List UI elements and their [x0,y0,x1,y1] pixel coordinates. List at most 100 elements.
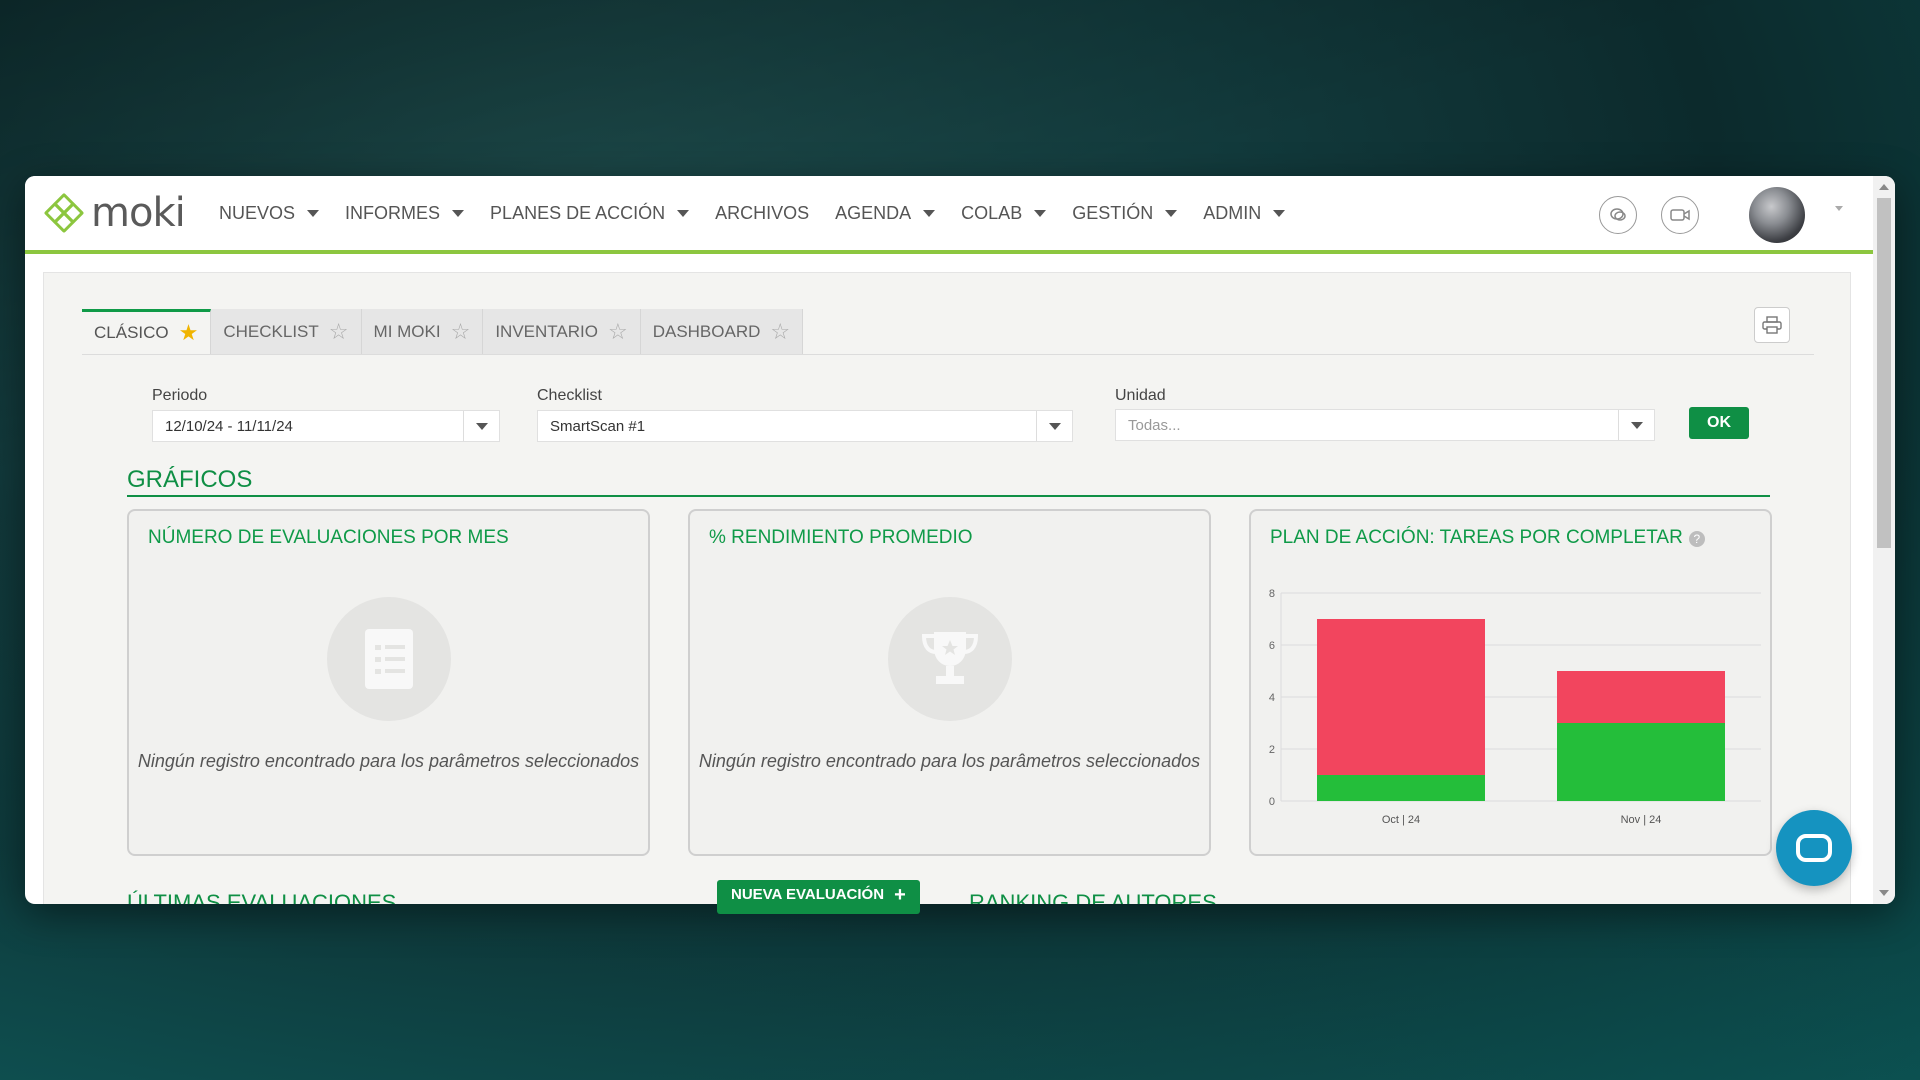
tab-inventario[interactable]: INVENTARIO ☆ [483,309,641,354]
print-button[interactable] [1754,307,1790,343]
ultimas-evaluaciones-title: ÚLTIMAS EVALUACIONES [127,890,397,904]
menu-planes-de-accion[interactable]: PLANES DE ACCIÓN [490,202,690,224]
menu-nuevos[interactable]: NUEVOS [219,202,320,224]
y-tick-label: 6 [1269,640,1275,652]
y-tick-label: 4 [1269,692,1275,704]
card-evaluaciones-por-mes: NÚMERO DE EVALUACIONES POR MES Ningún re… [127,509,650,856]
x-tick-label: Oct | 24 [1382,814,1420,826]
scroll-down-icon[interactable] [1879,890,1889,896]
chevron-down-icon [307,209,320,217]
ok-button[interactable]: OK [1689,407,1749,439]
periodo-label: Periodo [152,387,208,404]
unidad-placeholder: Todas... [1128,416,1181,434]
menu-admin[interactable]: ADMIN [1203,202,1286,224]
y-tick-label: 8 [1269,588,1275,600]
chevron-down-icon [923,209,936,217]
scroll-thumb[interactable] [1877,198,1891,548]
checklist-select[interactable]: SmartScan #1 [537,410,1073,442]
y-tick-label: 0 [1269,796,1275,808]
nav-right-tools [1575,176,1873,254]
page-scrollbar[interactable] [1873,176,1895,904]
checklist-label: Checklist [537,387,602,404]
chevron-down-icon[interactable] [1618,410,1654,440]
empty-state-text: Ningún registro encontrado para los parâ… [137,751,640,771]
chevron-down-icon [677,209,690,217]
menu-label: AGENDA [835,202,912,223]
x-tick-label: Nov | 24 [1621,814,1662,826]
tab-label: MI MOKI [373,321,441,341]
chevron-down-icon [452,209,465,217]
scroll-up-icon[interactable] [1879,184,1889,190]
printer-icon [1762,316,1782,334]
tareas-bar-chart: 0 2 4 6 8 Oct | 24 Nov | 24 [1269,588,1761,826]
tab-label: INVENTARIO [495,321,598,341]
tab-mi-moki[interactable]: MI MOKI ☆ [361,309,484,354]
chevron-down-icon [1165,209,1178,217]
tab-checklist[interactable]: CHECKLIST ☆ [211,309,362,354]
menu-colab[interactable]: COLAB [961,202,1047,224]
y-tick-label: 2 [1269,744,1275,756]
section-divider [127,495,1770,497]
menu-label: NUEVOS [219,202,296,223]
tabs-divider [82,354,1814,355]
star-outline-icon[interactable]: ☆ [329,319,349,345]
star-outline-icon[interactable]: ☆ [608,319,628,345]
menu-agenda[interactable]: AGENDA [835,202,936,224]
unidad-label: Unidad [1115,387,1166,404]
main-content: CLÁSICO ★ CHECKLIST ☆ MI MOKI ☆ INVENTARIO ☆… [43,272,1851,904]
menu-label: ARCHIVOS [715,202,810,223]
periodo-select[interactable]: 12/10/24 - 11/11/24 [152,410,500,442]
star-filled-icon[interactable]: ★ [179,320,199,346]
tab-label: DASHBOARD [652,321,761,341]
plus-icon: + [894,884,906,906]
chevron-down-icon [1273,209,1286,217]
card-title: NÚMERO DE EVALUACIONES POR MES [148,527,509,548]
tab-clasico[interactable]: CLÁSICO ★ [82,309,212,354]
chevron-down-icon[interactable] [1036,411,1072,441]
chevron-down-icon [1034,209,1047,217]
bar-segment[interactable] [1317,619,1485,775]
trophy-icon [888,597,1012,721]
periodo-value: 12/10/24 - 11/11/24 [165,417,293,435]
dashboard-tabs: CLÁSICO ★ CHECKLIST ☆ MI MOKI ☆ INVENTARIO ☆… [82,309,804,354]
support-chat-button[interactable] [1776,810,1852,886]
section-title: GRÁFICOS [127,466,253,493]
nueva-evaluacion-button[interactable]: NUEVA EVALUACIÓN + [717,880,920,914]
logo-mark-icon [43,192,85,234]
tab-label: CHECKLIST [223,321,319,341]
video-icon[interactable] [1661,196,1699,234]
menu-informes[interactable]: INFORMES [345,202,465,224]
top-navbar: moki NUEVOS INFORMES PLANES DE ACCIÓN AR… [25,176,1873,254]
chevron-down-icon[interactable] [1835,205,1843,211]
star-outline-icon[interactable]: ☆ [770,319,790,345]
menu-label: ADMIN [1203,202,1262,223]
ranking-autores-title: RANKING DE AUTORES [969,890,1217,904]
star-outline-icon[interactable]: ☆ [451,319,471,345]
bar-segment[interactable] [1317,775,1485,801]
menu-gestion[interactable]: GESTIÓN [1072,202,1178,224]
card-plan-de-accion: PLAN DE ACCIÓN: TAREAS POR COMPLETAR? 02… [1249,509,1772,856]
user-avatar[interactable] [1749,187,1805,243]
menu-label: COLAB [961,202,1023,223]
moki-logo[interactable]: moki [43,190,203,236]
menu-label: GESTIÓN [1072,202,1154,223]
menu-archivos[interactable]: ARCHIVOS [715,203,809,224]
card-rendimiento-promedio: % RENDIMIENTO PROMEDIO Ningún registro e… [688,509,1211,856]
bar-segment[interactable] [1557,671,1725,723]
menu-label: PLANES DE ACCIÓN [490,202,666,223]
main-menu: NUEVOS INFORMES PLANES DE ACCIÓN ARCHIVO… [219,203,1311,224]
chat-bubble-icon [1796,834,1832,862]
unidad-select[interactable]: Todas... [1115,409,1655,441]
menu-label: INFORMES [345,202,441,223]
logo-text: moki [91,190,186,236]
nueva-evaluacion-label: NUEVA EVALUACIÓN [731,886,885,903]
card-title: % RENDIMIENTO PROMEDIO [709,527,973,548]
chevron-down-icon[interactable] [463,411,499,441]
tab-label: CLÁSICO [94,323,169,342]
checklist-value: SmartScan #1 [550,417,646,435]
bar-segment[interactable] [1557,723,1725,801]
chat-icon[interactable] [1599,196,1637,234]
tab-dashboard[interactable]: DASHBOARD ☆ [640,309,804,354]
checklist-document-icon [327,597,451,721]
empty-state-text: Ningún registro encontrado para los parâ… [698,751,1201,771]
